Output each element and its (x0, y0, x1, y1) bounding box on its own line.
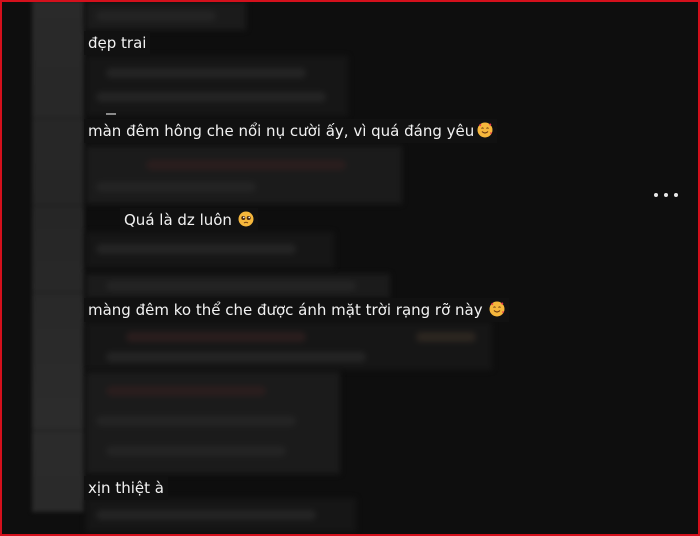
blurred-content (86, 56, 348, 116)
more-options-button[interactable] (654, 190, 678, 200)
more-horizontal-icon-dot (674, 193, 678, 197)
comment-text-5: xịn thiệt à (84, 476, 168, 500)
blurred-content (86, 372, 340, 474)
blurred-content (86, 322, 492, 370)
blurred-avatar-column (32, 0, 84, 512)
more-horizontal-icon (654, 193, 658, 197)
blurred-content (86, 232, 334, 268)
blurred-content (86, 2, 246, 30)
comment-text-3: Quá là dz luôn (120, 208, 258, 232)
comment-label: màng đêm ko thể che được ánh mặt trời rạ… (88, 301, 483, 319)
smiling-face-with-hearts-icon (477, 122, 493, 138)
comment-label: xịn thiệt à (88, 479, 164, 497)
pleading-face-icon (238, 211, 254, 227)
blurred-fragment (106, 113, 116, 115)
more-horizontal-icon-dot (664, 193, 668, 197)
comment-label: đẹp trai (88, 34, 147, 52)
smiling-face-with-hearts-icon (489, 301, 505, 317)
comment-label: màn đêm hông che nổi nụ cười ấy, vì quá … (88, 122, 475, 140)
comment-text-2: màn đêm hông che nổi nụ cười ấy, vì quá … (84, 119, 498, 143)
comment-label: Quá là dz luôn (124, 211, 232, 229)
blurred-content (86, 274, 390, 298)
comment-text-1: đẹp trai (84, 31, 151, 55)
blurred-content (86, 498, 356, 532)
blurred-content (86, 146, 402, 204)
comment-text-4: màng đêm ko thể che được ánh mặt trời rạ… (84, 298, 509, 322)
